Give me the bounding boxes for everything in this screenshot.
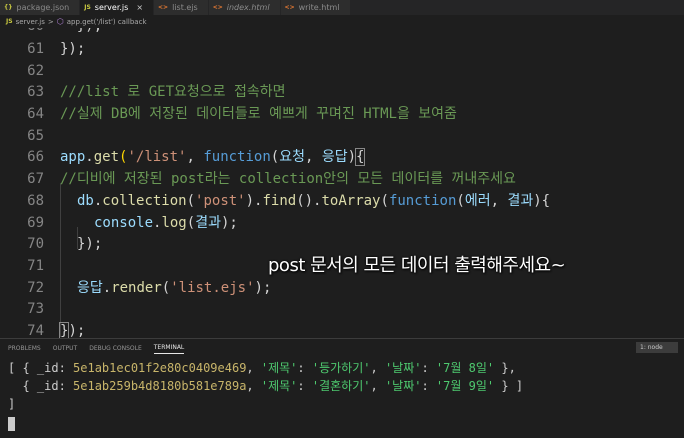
code-line: 65 (0, 125, 684, 147)
code-text: db.collection('post').find().toArray(fun… (77, 193, 551, 209)
code-line: 69 console.log(결과); (0, 212, 684, 234)
line-number: 68 (27, 193, 44, 209)
line-number: 74 (27, 323, 44, 338)
tab-list-ejs[interactable]: <> list.ejs (154, 0, 209, 15)
code-line: 62 (0, 60, 684, 82)
code-editor[interactable]: 60 }); 61 }); 62 63 ///list 로 GET요청으로 접속… (0, 28, 684, 338)
line-number: 66 (27, 149, 44, 165)
tab-index-html[interactable]: <> index.html (208, 0, 281, 15)
tab-output[interactable]: OUTPUT (53, 343, 77, 354)
line-number: 73 (27, 301, 44, 317)
line-number: 63 (27, 84, 44, 100)
line-number: 69 (27, 215, 44, 231)
bottom-panel: PROBLEMS OUTPUT DEBUG CONSOLE TERMINAL 1… (0, 338, 684, 438)
code-text: app.get('/list', function(요청, 응답){ (60, 148, 366, 166)
terminal-output-line: { _id: 5e1ab259b4d8180b581e789a, '제목': '… (8, 379, 524, 393)
code-text: }); (58, 322, 86, 338)
tab-label: package.json (16, 3, 70, 12)
code-line: 61 }); (0, 38, 684, 60)
terminal-prompt-line: ] (8, 397, 16, 411)
line-number: 67 (27, 171, 44, 187)
terminal-output-line: [ { _id: 5e1ab1ec01f2e80c0409e469, '제목':… (8, 361, 516, 375)
tab-label: server.js (94, 3, 129, 12)
line-number: 71 (27, 258, 44, 274)
breadcrumb-file[interactable]: server.js (16, 18, 45, 26)
tab-terminal[interactable]: TERMINAL (153, 342, 185, 354)
code-comment: //디비에 저장된 post라는 collection안의 모든 데이터를 꺼내… (60, 171, 516, 187)
code-line: 60 }); (0, 28, 684, 37)
tab-write-html[interactable]: <> write.html (280, 0, 351, 15)
close-icon[interactable]: × (136, 3, 143, 12)
code-line: 73 (0, 298, 684, 320)
code-line: 72 응답.render('list.ejs'); (0, 277, 684, 299)
code-line: 64 //실제 DB에 저장된 데이터들로 예쁘게 꾸며진 HTML을 보여줌 (0, 103, 684, 125)
annotation-caption: post 문서의 모든 데이터 출력해주세요~ (268, 255, 566, 276)
chevron-right-icon: > (47, 17, 54, 26)
tab-debug-console[interactable]: DEBUG CONSOLE (89, 343, 142, 354)
code-line: 63 ///list 로 GET요청으로 접속하면 (0, 81, 684, 103)
line-number: 65 (27, 128, 44, 144)
breadcrumb-symbol[interactable]: app.get('/list') callback (67, 18, 147, 26)
js-file-icon: JS (84, 4, 91, 11)
json-file-icon: {} (4, 4, 13, 11)
line-number: 72 (27, 280, 44, 296)
line-number: 70 (27, 236, 44, 252)
code-line: 68 db.collection('post').find().toArray(… (0, 190, 684, 212)
terminal-cursor[interactable] (8, 417, 15, 431)
code-line: 74 }); (0, 320, 684, 338)
line-number: 60 (0, 28, 44, 37)
html-file-icon: <> (212, 4, 223, 11)
code-line: 66 app.get('/list', function(요청, 응답){ (0, 146, 684, 168)
code-comment: //실제 DB에 저장된 데이터들로 예쁘게 꾸며진 HTML을 보여줌 (60, 106, 457, 122)
code-line: 67 //디비에 저장된 post라는 collection안의 모든 데이터를… (0, 168, 684, 190)
tab-label: list.ejs (172, 3, 198, 12)
js-file-icon: JS (6, 18, 13, 25)
code-text: }); (77, 236, 103, 252)
code-text: console.log(결과); (94, 215, 238, 231)
tab-server-js[interactable]: JS server.js × (80, 0, 155, 15)
tab-label: write.html (298, 3, 340, 12)
line-number: 62 (27, 63, 44, 79)
breadcrumb: JS server.js > ⬡ app.get('/list') callba… (0, 15, 684, 28)
tab-problems[interactable]: PROBLEMS (8, 343, 41, 354)
html-file-icon: <> (158, 4, 169, 11)
code-text: 응답.render('list.ejs'); (77, 280, 272, 296)
code-comment: ///list 로 GET요청으로 접속하면 (60, 84, 286, 100)
panel-tab-bar: PROBLEMS OUTPUT DEBUG CONSOLE TERMINAL (0, 339, 185, 357)
html-file-icon: <> (284, 4, 295, 11)
editor-tab-bar: {} package.json JS server.js × <> list.e… (0, 0, 684, 15)
cube-icon: ⬡ (56, 17, 64, 26)
line-number: 61 (27, 41, 44, 57)
tab-label: index.html (226, 3, 270, 12)
line-number: 64 (27, 106, 44, 122)
tab-package-json[interactable]: {} package.json (0, 0, 81, 15)
code-text: }); (60, 41, 86, 57)
terminal-select[interactable]: 1: node (636, 342, 678, 353)
code-text: }); (60, 28, 102, 37)
